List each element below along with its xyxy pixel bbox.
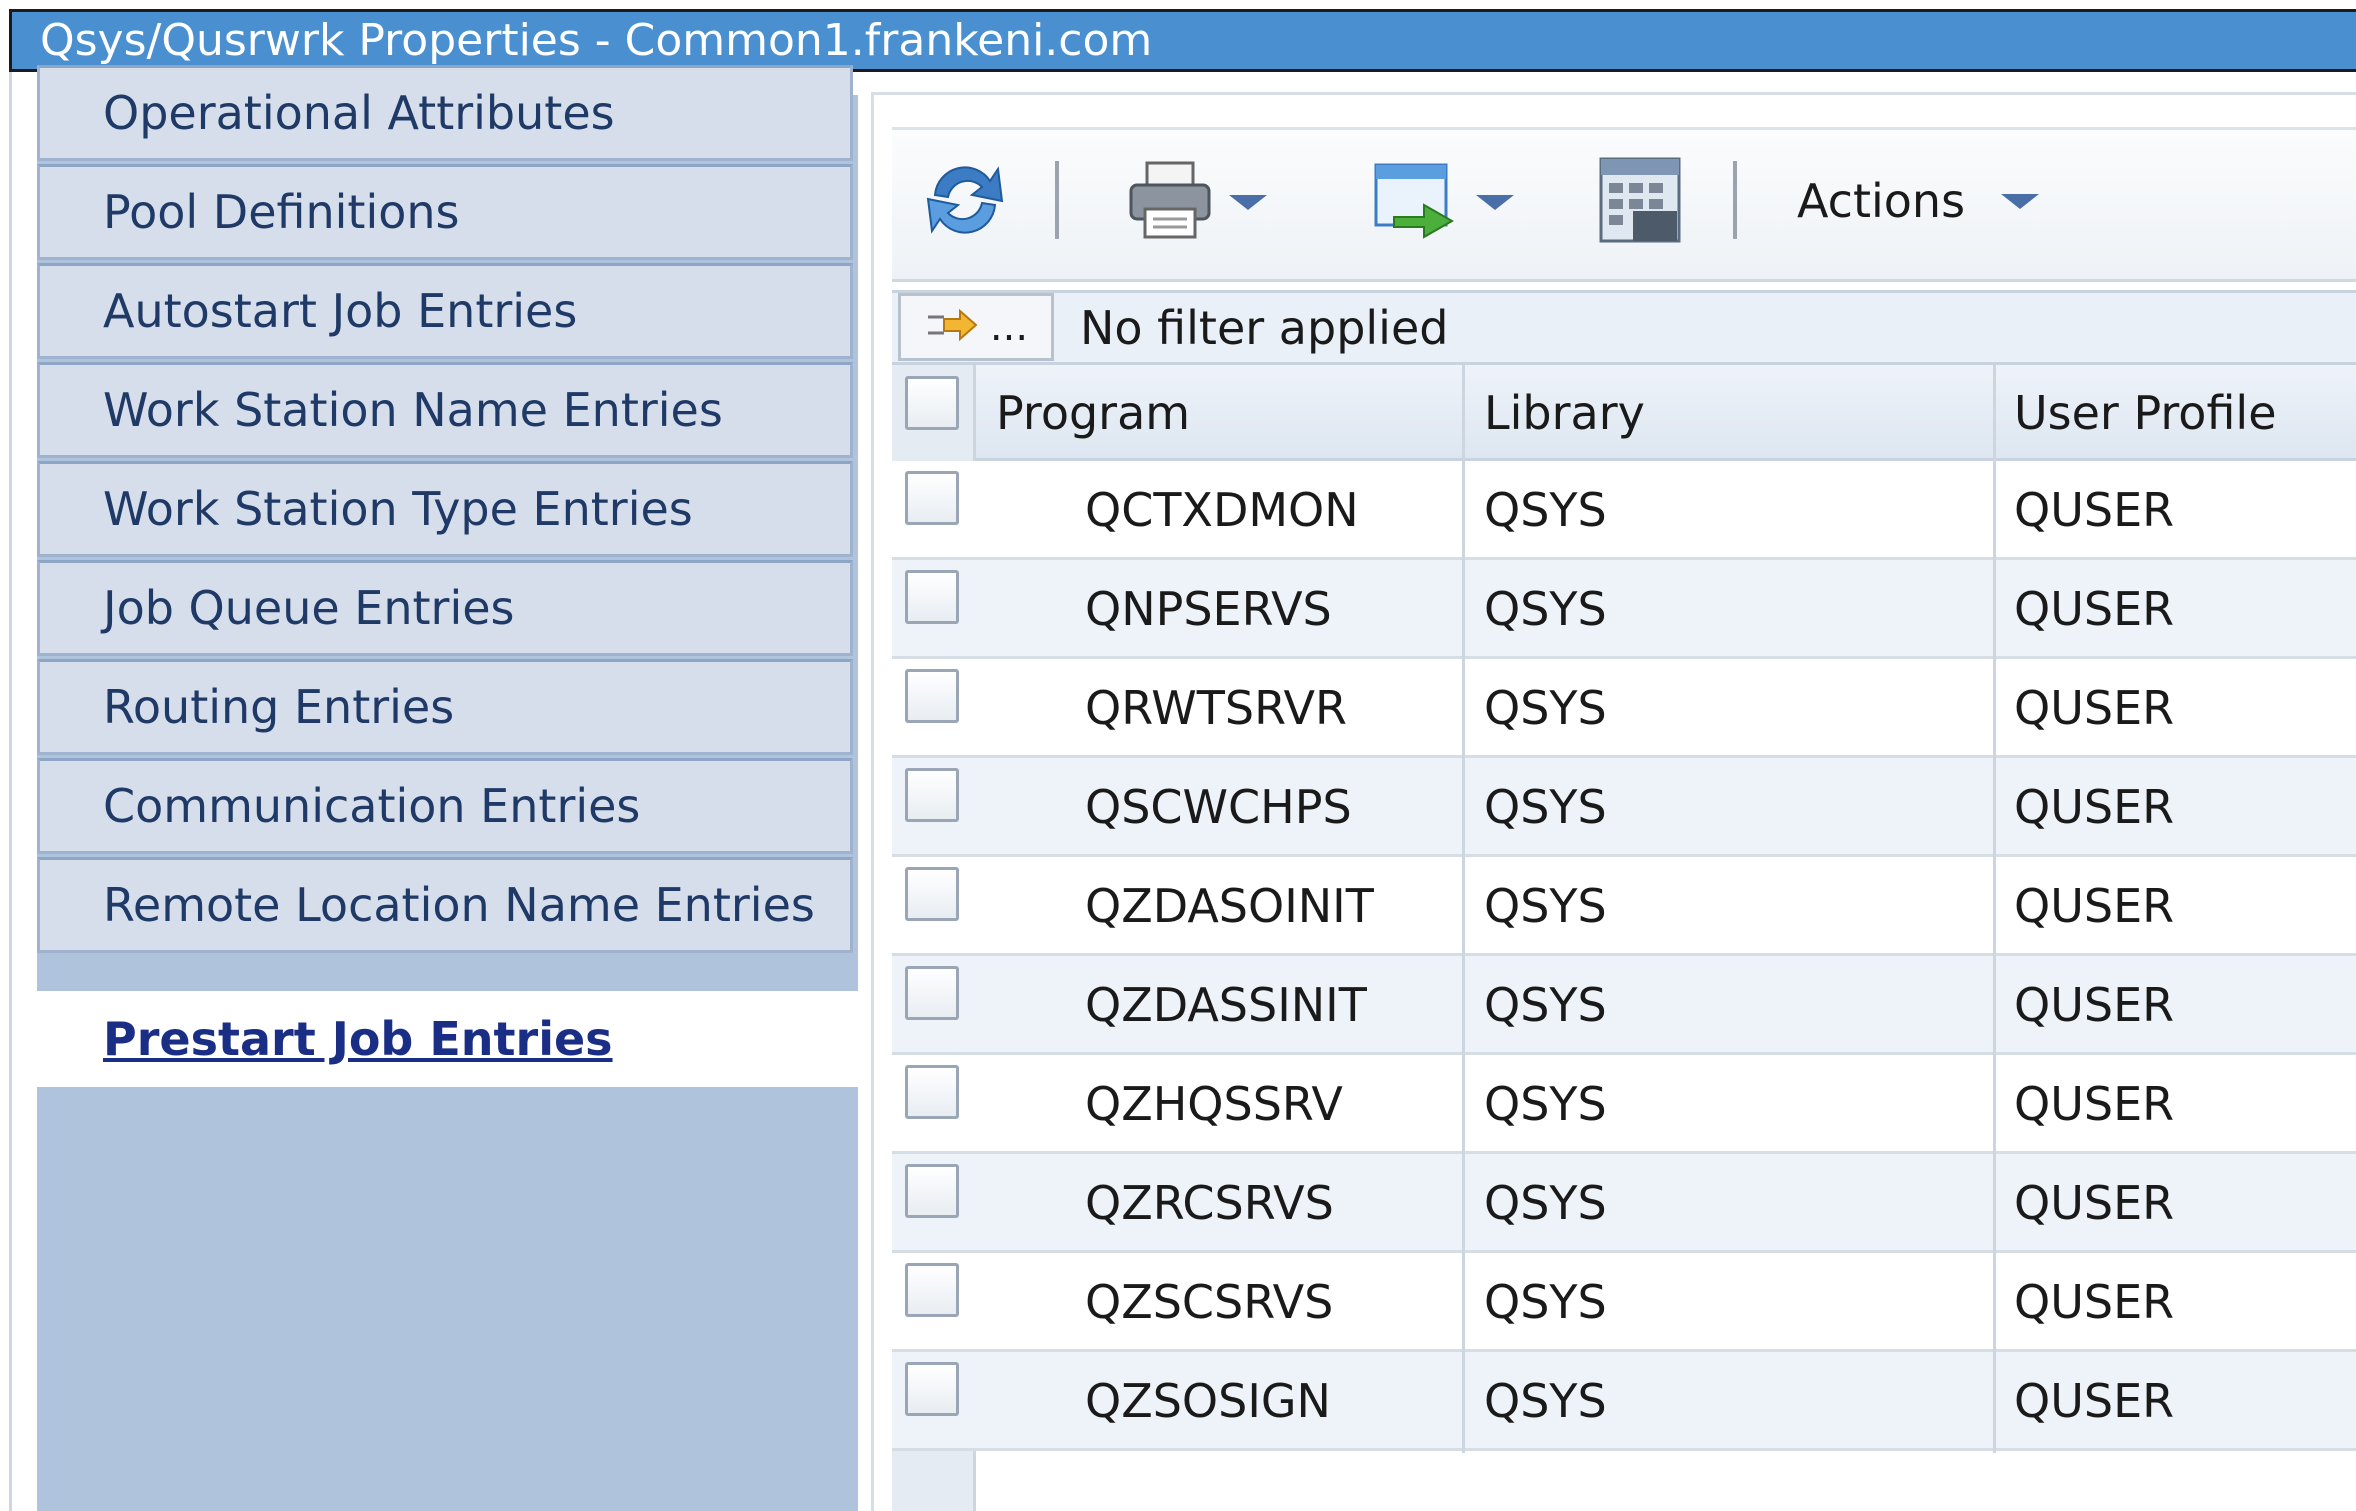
cell-library: QSYS (1484, 1176, 1607, 1230)
cell-program: QRWTSRVR (1085, 681, 1347, 735)
filter-button[interactable]: ... (898, 293, 1054, 361)
toolbar-separator (1055, 161, 1059, 239)
refresh-button[interactable] (920, 155, 1010, 249)
cell-program: QZSCSRVS (1085, 1275, 1334, 1329)
cell-library: QSYS (1484, 978, 1607, 1032)
toolbar-separator (1733, 161, 1737, 239)
calculator-button[interactable] (1597, 155, 1687, 249)
cell-program: QSCWCHPS (1085, 780, 1352, 834)
chevron-down-icon (1476, 194, 1514, 210)
print-menu-button[interactable] (1125, 155, 1267, 249)
export-menu-button[interactable] (1372, 155, 1514, 249)
column-header-program[interactable]: Program (996, 365, 1190, 461)
cell-user-profile: QUSER (2014, 582, 2175, 636)
row-checkbox[interactable] (905, 768, 959, 822)
cell-program: QNPSERVS (1085, 582, 1332, 636)
export-icon (1372, 155, 1462, 249)
cell-library: QSYS (1484, 582, 1607, 636)
column-header-user-profile[interactable]: User Profile (2014, 365, 2277, 461)
actions-menu-button[interactable]: Actions (1797, 168, 2040, 234)
sidebar-item-operational-attributes[interactable]: Operational Attributes (37, 65, 853, 161)
row-checkbox[interactable] (905, 669, 959, 723)
print-icon (1125, 155, 1215, 249)
cell-library: QSYS (1484, 780, 1607, 834)
cell-user-profile: QUSER (2014, 879, 2175, 933)
row-checkbox[interactable] (905, 1164, 959, 1218)
cell-library: QSYS (1484, 1077, 1607, 1131)
sidebar-item-routing-entries[interactable]: Routing Entries (37, 659, 853, 755)
cell-user-profile: QUSER (2014, 1374, 2175, 1428)
column-divider (1993, 365, 1996, 1453)
cell-library: QSYS (1484, 879, 1607, 933)
cell-library: QSYS (1484, 1275, 1607, 1329)
cell-user-profile: QUSER (2014, 681, 2175, 735)
cell-user-profile: QUSER (2014, 978, 2175, 1032)
cell-program: QZDASSINIT (1085, 978, 1367, 1032)
sidebar-item-prestart-job-entries[interactable]: Prestart Job Entries (37, 991, 858, 1087)
sidebar-item-work-station-name-entries[interactable]: Work Station Name Entries (37, 362, 853, 458)
sidebar: Operational Attributes Pool Definitions … (37, 65, 858, 1511)
filter-status: No filter applied (1080, 301, 1449, 355)
cell-user-profile: QUSER (2014, 1077, 2175, 1131)
row-checkbox[interactable] (905, 966, 959, 1020)
sidebar-item-autostart-job-entries[interactable]: Autostart Job Entries (37, 263, 853, 359)
cell-library: QSYS (1484, 681, 1607, 735)
cell-user-profile: QUSER (2014, 1176, 2175, 1230)
cell-program: QZHQSSRV (1085, 1077, 1343, 1131)
cell-program: QZSOSIGN (1085, 1374, 1331, 1428)
row-checkbox[interactable] (905, 1362, 959, 1416)
cell-program: QZDASOINIT (1085, 879, 1374, 933)
column-divider (1462, 365, 1465, 1453)
row-checkbox[interactable] (905, 570, 959, 624)
row-checkbox[interactable] (905, 471, 959, 525)
cell-user-profile: QUSER (2014, 1275, 2175, 1329)
row-checkbox[interactable] (905, 1065, 959, 1119)
chevron-down-icon (2001, 193, 2040, 209)
sidebar-item-pool-definitions[interactable]: Pool Definitions (37, 164, 853, 260)
cell-program: QZRCSRVS (1085, 1176, 1334, 1230)
window-frame (9, 72, 12, 1511)
chevron-down-icon (1229, 194, 1267, 210)
sidebar-item-work-station-type-entries[interactable]: Work Station Type Entries (37, 461, 853, 557)
row-checkbox[interactable] (905, 867, 959, 921)
sidebar-item-job-queue-entries[interactable]: Job Queue Entries (37, 560, 853, 656)
calculator-icon (1597, 155, 1687, 249)
filter-button-label: ... (989, 304, 1029, 350)
cell-library: QSYS (1484, 483, 1607, 537)
select-all-checkbox[interactable] (905, 376, 959, 430)
cell-user-profile: QUSER (2014, 780, 2175, 834)
actions-label: Actions (1797, 174, 1966, 228)
column-header-library[interactable]: Library (1484, 365, 1645, 461)
sidebar-item-remote-location-name-entries[interactable]: Remote Location Name Entries (37, 857, 853, 953)
sidebar-item-communication-entries[interactable]: Communication Entries (37, 758, 853, 854)
filter-arrow-icon (924, 305, 980, 349)
cell-program: QCTXDMON (1085, 483, 1359, 537)
refresh-icon (920, 155, 1010, 249)
cell-user-profile: QUSER (2014, 483, 2175, 537)
row-checkbox[interactable] (905, 1263, 959, 1317)
cell-library: QSYS (1484, 1374, 1607, 1428)
window-title: Qsys/Qusrwrk Properties - Common1.franke… (9, 9, 2356, 72)
